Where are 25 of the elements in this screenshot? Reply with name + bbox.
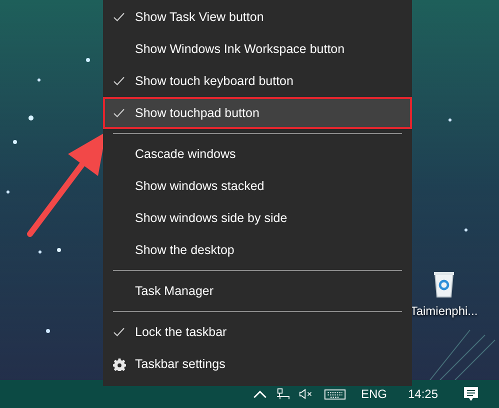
menu-item[interactable]: Show the desktop: [103, 234, 412, 266]
menu-item[interactable]: Task Manager: [103, 275, 412, 307]
menu-item[interactable]: Taskbar settings: [103, 348, 412, 380]
clock[interactable]: 14:25: [408, 387, 438, 401]
chevron-up-icon[interactable]: [252, 388, 267, 400]
menu-item[interactable]: Show Task View button: [103, 1, 412, 33]
network-icon[interactable]: [276, 388, 290, 400]
menu-item[interactable]: Show Windows Ink Workspace button: [103, 33, 412, 65]
menu-item[interactable]: Cascade windows: [103, 138, 412, 170]
menu-item[interactable]: Show touch keyboard button: [103, 65, 412, 97]
menu-item[interactable]: Lock the taskbar: [103, 316, 412, 348]
settings-icon: [112, 358, 126, 370]
menu-item[interactable]: Show windows side by side: [103, 202, 412, 234]
checkmark-icon: [113, 327, 125, 337]
menu-item[interactable]: Show touchpad button: [103, 97, 412, 129]
recycle-bin-icon[interactable]: [432, 270, 456, 298]
notification-icon[interactable]: [463, 386, 479, 402]
keyboard-icon[interactable]: [324, 388, 346, 400]
checkmark-icon: [113, 12, 125, 22]
muted-speaker-icon[interactable]: [298, 388, 313, 400]
menu-item[interactable]: Show windows stacked: [103, 170, 412, 202]
desktop-icon-label[interactable]: Taimienphi...: [410, 304, 478, 318]
checkmark-icon: [113, 76, 125, 86]
checkmark-icon: [113, 108, 125, 118]
language-indicator[interactable]: ENG: [360, 387, 387, 401]
